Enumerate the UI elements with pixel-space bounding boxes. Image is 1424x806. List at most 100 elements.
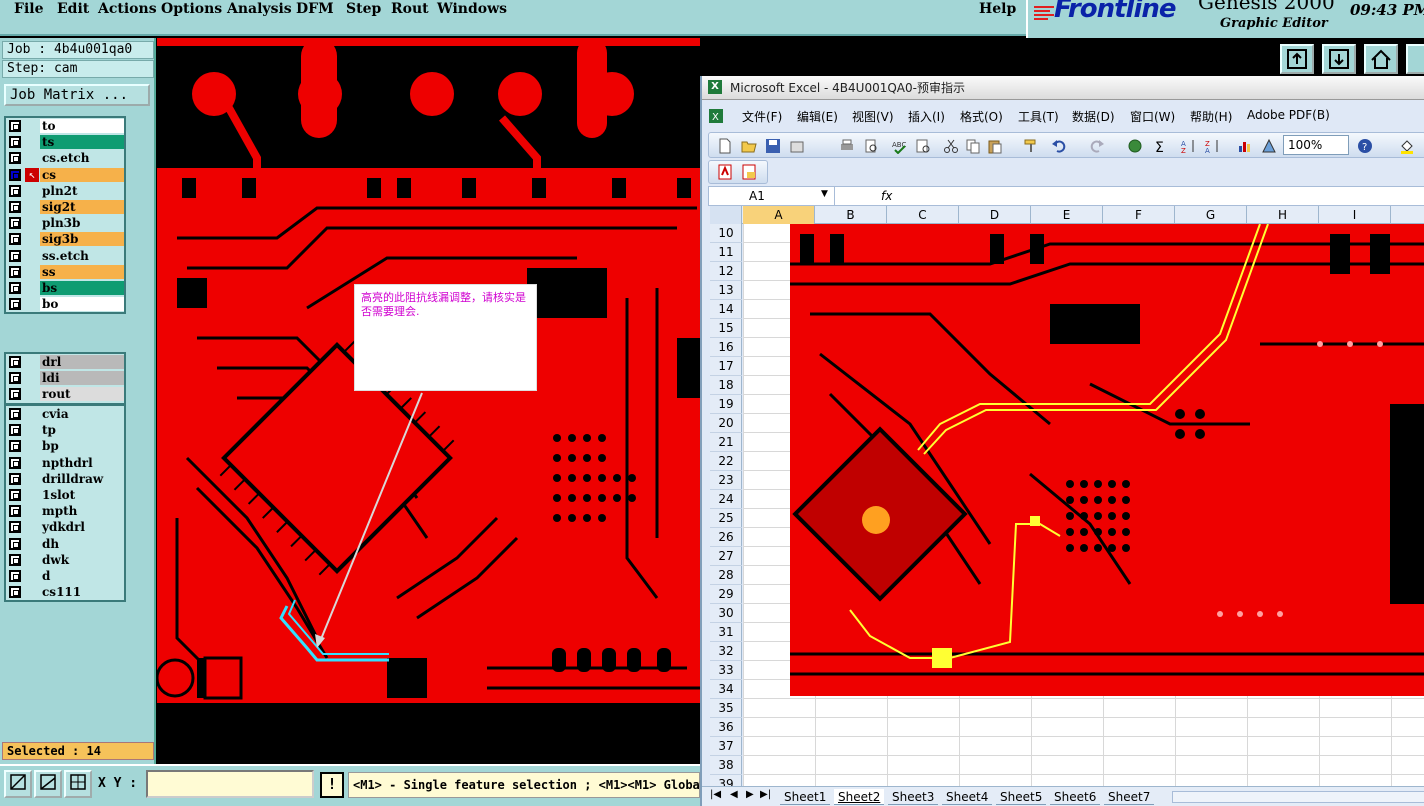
layer-row-ss-etch[interactable]: ss.etch [6,248,124,264]
panel-button[interactable] [1406,44,1424,74]
layer-row-cs111[interactable]: cs111 [6,584,124,600]
excel-title-bar[interactable]: X Microsoft Excel - 4B4U001QA0-预审指示 [702,76,1424,100]
layer-name[interactable]: npthdrl [40,455,124,470]
row-header[interactable]: 32 [710,642,742,661]
layer-row-npthdrl[interactable]: npthdrl [6,455,124,471]
excel-menu-view[interactable]: 视图(V) [852,108,894,125]
column-header[interactable]: A [743,206,815,224]
next-sheet-icon[interactable]: ▶ [746,789,754,800]
row-header[interactable]: 26 [710,528,742,547]
new-icon[interactable] [717,138,733,154]
column-header[interactable]: C [887,206,959,224]
layer-row-1slot[interactable]: 1slot [6,487,124,503]
row-header[interactable]: 36 [710,718,742,737]
row-header[interactable]: 17 [710,357,742,376]
select-all-corner[interactable] [710,206,742,224]
layer-row-sig3b[interactable]: sig3b [6,231,124,247]
layer-name[interactable]: bp [40,439,124,454]
layer-checkbox[interactable] [9,440,21,453]
layer-checkbox[interactable] [9,184,21,197]
menu-dfm[interactable]: DFM [296,1,334,17]
column-header[interactable]: E [1031,206,1103,224]
layer-name[interactable]: tp [40,423,124,438]
row-header[interactable]: 10 [710,224,742,243]
row-header[interactable]: 18 [710,376,742,395]
layer-row-cvia[interactable]: cvia [6,406,124,422]
insert-function-icon[interactable]: fx [881,187,892,205]
layer-name[interactable]: 1slot [40,487,124,502]
open-icon[interactable] [741,138,757,154]
layer-row-pln3b[interactable]: pln3b [6,215,124,231]
copy-icon[interactable] [965,138,981,154]
row-header[interactable]: 29 [710,585,742,604]
last-sheet-icon[interactable]: ▶| [760,789,771,800]
prev-sheet-icon[interactable]: ◀ [730,789,738,800]
column-header[interactable]: I [1319,206,1391,224]
layer-checkbox[interactable] [9,168,21,181]
layer-name[interactable]: pln3b [40,216,124,231]
layer-name[interactable]: cs.etch [40,151,124,166]
menu-actions[interactable]: Actions [98,1,157,17]
layer-checkbox[interactable] [9,456,21,469]
layer-name[interactable]: ldi [40,371,124,386]
tab-sheet6[interactable]: Sheet6 [1050,789,1101,805]
xy-input[interactable] [146,770,314,798]
layer-checkbox[interactable] [9,505,21,518]
row-header[interactable]: 27 [710,547,742,566]
layer-name[interactable]: rout [40,387,124,402]
layer-name[interactable]: drilldraw [40,471,124,486]
layer-row-d[interactable]: d [6,568,124,584]
column-header[interactable]: D [959,206,1031,224]
layer-checkbox[interactable] [9,488,21,501]
layer-checkbox[interactable] [9,298,21,311]
menu-options[interactable]: Options [161,1,222,17]
print-icon[interactable] [839,138,855,154]
layer-name[interactable]: dh [40,536,124,551]
layer-row-dh[interactable]: dh [6,536,124,552]
layer-name[interactable]: cvia [40,407,124,421]
row-header[interactable]: 22 [710,452,742,471]
tab-sheet3[interactable]: Sheet3 [888,789,939,805]
menu-windows[interactable]: Windows [437,1,507,17]
column-header[interactable]: G [1175,206,1247,224]
undo-icon[interactable] [1051,138,1067,154]
layer-checkbox[interactable] [9,356,21,368]
layer-row-ss[interactable]: ss [6,264,124,280]
pdf-email-icon[interactable] [741,164,757,180]
layer-name[interactable]: cs111 [40,585,124,600]
drawing-icon[interactable] [1261,138,1277,154]
layer-checkbox[interactable] [9,569,21,582]
excel-menu-file[interactable]: 文件(F) [742,108,782,125]
pasted-pcb-image[interactable] [790,224,1424,696]
layer-row-ts[interactable]: ts [6,134,124,150]
layer-checkbox[interactable] [9,249,21,262]
layer-name[interactable]: sig3b [40,232,124,247]
layer-checkbox[interactable] [9,553,21,566]
layer-row-ldi[interactable]: ldi [6,370,124,386]
layer-row-to[interactable]: to [6,118,124,134]
layer-row-bo[interactable]: bo [6,296,124,312]
save-icon[interactable] [765,138,781,154]
excel-menu-insert[interactable]: 插入(I) [908,108,945,125]
cut-icon[interactable] [943,138,959,154]
layer-name[interactable]: to [40,119,124,133]
research-icon[interactable] [915,138,931,154]
row-header[interactable]: 20 [710,414,742,433]
measure-button[interactable] [34,770,62,798]
layer-checkbox[interactable] [9,152,21,165]
tab-sheet4[interactable]: Sheet4 [942,789,993,805]
layer-checkbox[interactable] [9,388,21,401]
row-header[interactable]: 25 [710,509,742,528]
row-header[interactable]: 35 [710,699,742,718]
layer-row-bs[interactable]: bs [6,280,124,296]
print-preview-icon[interactable] [863,138,879,154]
excel-menu-edit[interactable]: 编辑(E) [797,108,838,125]
layer-row-ydkdrl[interactable]: ydkdrl [6,519,124,535]
redo-icon[interactable] [1089,138,1105,154]
layer-checkbox[interactable] [9,217,21,230]
layer-checkbox[interactable] [9,265,21,278]
format-painter-icon[interactable] [1023,138,1039,154]
layer-checkbox[interactable] [9,136,21,149]
menu-help[interactable]: Help [979,1,1016,17]
layer-checkbox[interactable] [9,281,21,294]
